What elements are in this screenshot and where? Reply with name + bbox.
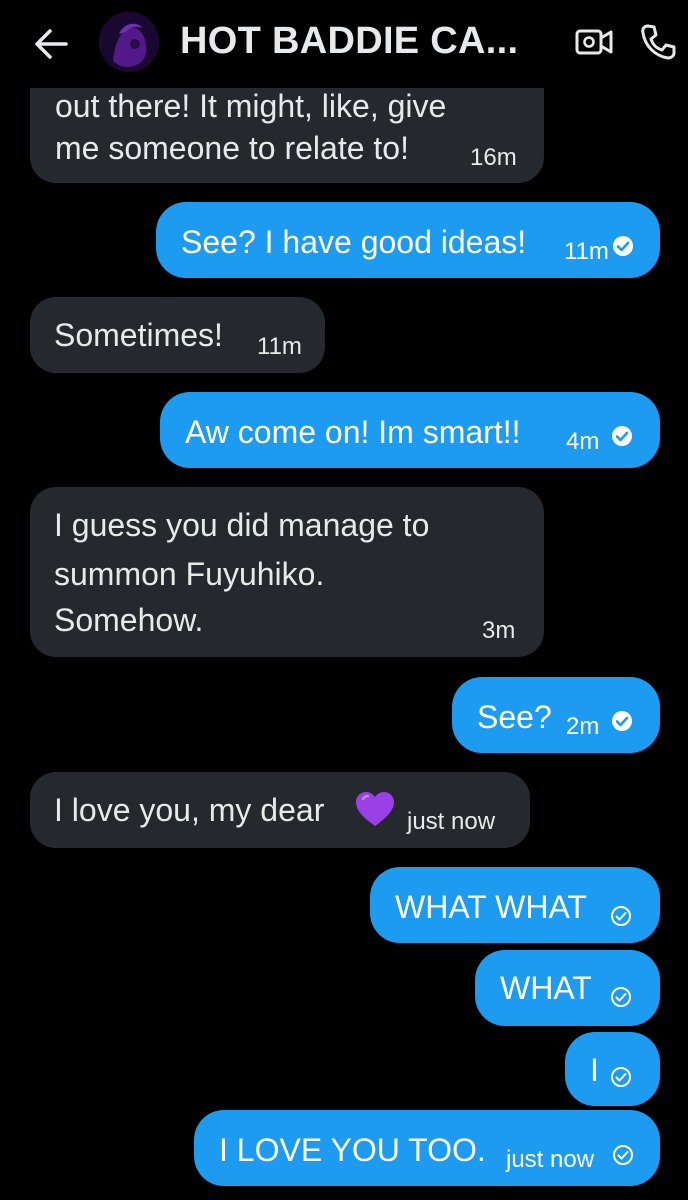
seen-check-icon [612,711,632,731]
phone-call-icon[interactable] [638,22,678,62]
message-text: Sometimes! [54,317,223,353]
message-text: See? [477,699,552,735]
sent-check-icon [611,987,631,1007]
sent-check-icon [613,1145,633,1165]
video-call-icon[interactable] [574,22,614,62]
conversation-title[interactable]: HOT BADDIE CA... [180,20,518,63]
avatar[interactable] [99,12,159,72]
message-bubble-sent[interactable]: WHAT [475,950,660,1026]
conversation-header: HOT BADDIE CA... [0,0,688,88]
message-timestamp: 4m [566,428,600,455]
message-list[interactable]: out there! It might, like, give me someo… [0,0,688,1200]
message-text: out there! It might, like, give [55,88,447,124]
message-text: Aw come on! Im smart!! [185,414,521,450]
message-text: I LOVE YOU TOO. [219,1132,486,1168]
message-bubble-received[interactable]: I guess you did manage to summon Fuyuhik… [30,487,544,657]
message-timestamp: 11m [257,333,302,360]
seen-check-icon [613,236,633,256]
purple-heart-icon [356,792,394,826]
message-text: summon Fuyuhiko. [54,556,325,592]
seen-check-icon [612,426,632,446]
message-bubble-sent[interactable]: I LOVE YOU TOO. just now [194,1110,660,1186]
avatar-image [99,12,159,72]
back-arrow-icon[interactable] [30,24,72,64]
message-timestamp: just now [506,1146,595,1173]
message-bubble-sent[interactable]: See? 2m [452,677,660,753]
message-bubble-sent[interactable]: WHAT WHAT [370,867,660,943]
message-timestamp: 11m [564,238,609,265]
message-timestamp: 16m [470,144,517,171]
message-bubble-sent[interactable]: Aw come on! Im smart!! 4m [160,392,660,468]
message-text: I [590,1052,599,1088]
message-text: I guess you did manage to [54,507,430,543]
message-text: I love you, my dear [54,792,325,828]
message-bubble-sent[interactable]: See? I have good ideas! 11m [156,202,660,278]
message-bubble-received[interactable]: I love you, my dear just now [30,772,530,848]
message-text: me someone to relate to! [55,130,409,166]
message-timestamp: just now [407,808,496,835]
message-bubble-sent[interactable]: I [565,1032,660,1106]
message-text: WHAT [500,970,592,1006]
message-timestamp: 3m [482,617,516,644]
message-timestamp: 2m [566,713,600,740]
sent-check-icon [611,906,631,926]
message-text: See? I have good ideas! [181,224,527,260]
message-text: Somehow. [54,602,204,638]
sent-check-icon [611,1067,631,1087]
message-text: WHAT WHAT [395,889,587,925]
message-bubble-received[interactable]: Sometimes! 11m [30,297,325,373]
